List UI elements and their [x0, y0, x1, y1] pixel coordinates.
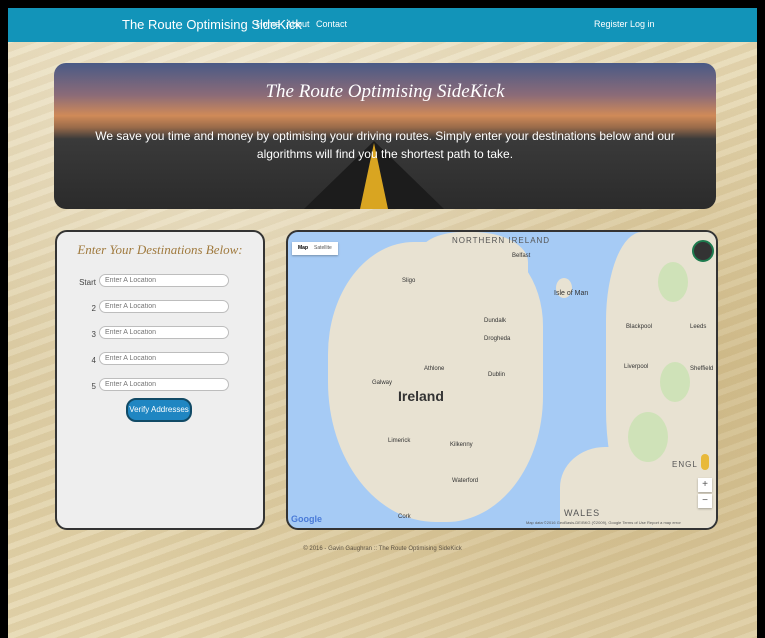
location-input-5[interactable] — [99, 378, 229, 391]
location-input-4[interactable] — [99, 352, 229, 365]
google-logo: Google — [291, 514, 322, 524]
zoom-out-icon: − — [702, 495, 708, 506]
park-area — [660, 362, 690, 402]
hero-title: The Route Optimising SideKick — [265, 81, 505, 102]
map-label-isle-of-man: Isle of Man — [554, 290, 589, 297]
zoom-in-icon: + — [702, 479, 708, 490]
park-area — [628, 412, 668, 462]
map-label-sheffield: Sheffield — [690, 366, 714, 372]
map-compass-icon[interactable] — [692, 240, 714, 262]
map-type-control: Map Satellite — [292, 242, 338, 255]
row-label-2: 2 — [91, 304, 96, 313]
map-label-ireland: Ireland — [398, 388, 444, 404]
row-label-3: 3 — [91, 330, 96, 339]
map-tab-satellite[interactable]: Satellite — [314, 245, 332, 251]
page-frame: The Route Optimising SideKick Home About… — [8, 8, 757, 638]
register-link[interactable]: Register — [594, 19, 628, 29]
nav-contact[interactable]: Contact — [316, 19, 347, 29]
location-input-2[interactable] — [99, 300, 229, 313]
map-label-dundalk: Dundalk — [484, 318, 507, 324]
map-label-dublin: Dublin — [488, 372, 506, 378]
map-label-limerick: Limerick — [388, 438, 411, 444]
location-input-3[interactable] — [99, 326, 229, 339]
hero-banner: The Route Optimising SideKick We save yo… — [54, 63, 716, 209]
navbar: The Route Optimising SideKick Home About… — [8, 8, 757, 42]
map-label-galway: Galway — [372, 380, 393, 386]
nav-about[interactable]: About — [286, 19, 310, 29]
form-title: Enter Your Destinations Below: — [77, 242, 243, 257]
map-label-northern-ireland: NORTHERN IRELAND — [452, 236, 551, 245]
pegman-icon[interactable] — [701, 454, 709, 470]
map-label-wales: WALES — [564, 508, 601, 518]
map-label-waterford: Waterford — [452, 478, 479, 484]
map-label-engl: ENGL — [672, 460, 698, 469]
footer-text: © 2016 - Gavin Gaughran :: The Route Opt… — [303, 546, 462, 552]
login-link[interactable]: Log in — [630, 19, 655, 29]
map-label-drogheda: Drogheda — [484, 336, 511, 342]
zoom-out-button[interactable]: − — [698, 494, 712, 508]
row-label-5: 5 — [91, 382, 96, 391]
map-label-blackpool: Blackpool — [626, 324, 653, 330]
map-view[interactable]: NORTHERN IRELAND Belfast Isle of Man Ire… — [286, 230, 718, 530]
map-attribution[interactable]: Map data ©2016 GeoBasis-DE/BKG (©2009), … — [526, 520, 681, 525]
verify-addresses-button[interactable]: Verify Addresses — [126, 398, 192, 422]
nav-home[interactable]: Home — [256, 19, 280, 29]
map-label-athlone: Athlone — [424, 366, 445, 372]
location-input-start[interactable] — [99, 274, 229, 287]
map-label-cork: Cork — [398, 514, 411, 520]
row-label-start: Start — [79, 278, 96, 287]
park-area — [658, 262, 688, 302]
map-label-kilkenny: Kilkenny — [450, 442, 473, 448]
map-label-liverpool: Liverpool — [624, 364, 649, 370]
map-tab-map[interactable]: Map — [298, 245, 308, 251]
map-label-leeds: Leeds — [690, 324, 707, 330]
zoom-in-button[interactable]: + — [698, 478, 712, 492]
map-label-sligo: Sligo — [402, 278, 416, 284]
map-label-belfast: Belfast — [512, 253, 531, 259]
row-label-4: 4 — [91, 356, 96, 365]
hero-text: We save you time and money by optimising… — [95, 129, 675, 161]
